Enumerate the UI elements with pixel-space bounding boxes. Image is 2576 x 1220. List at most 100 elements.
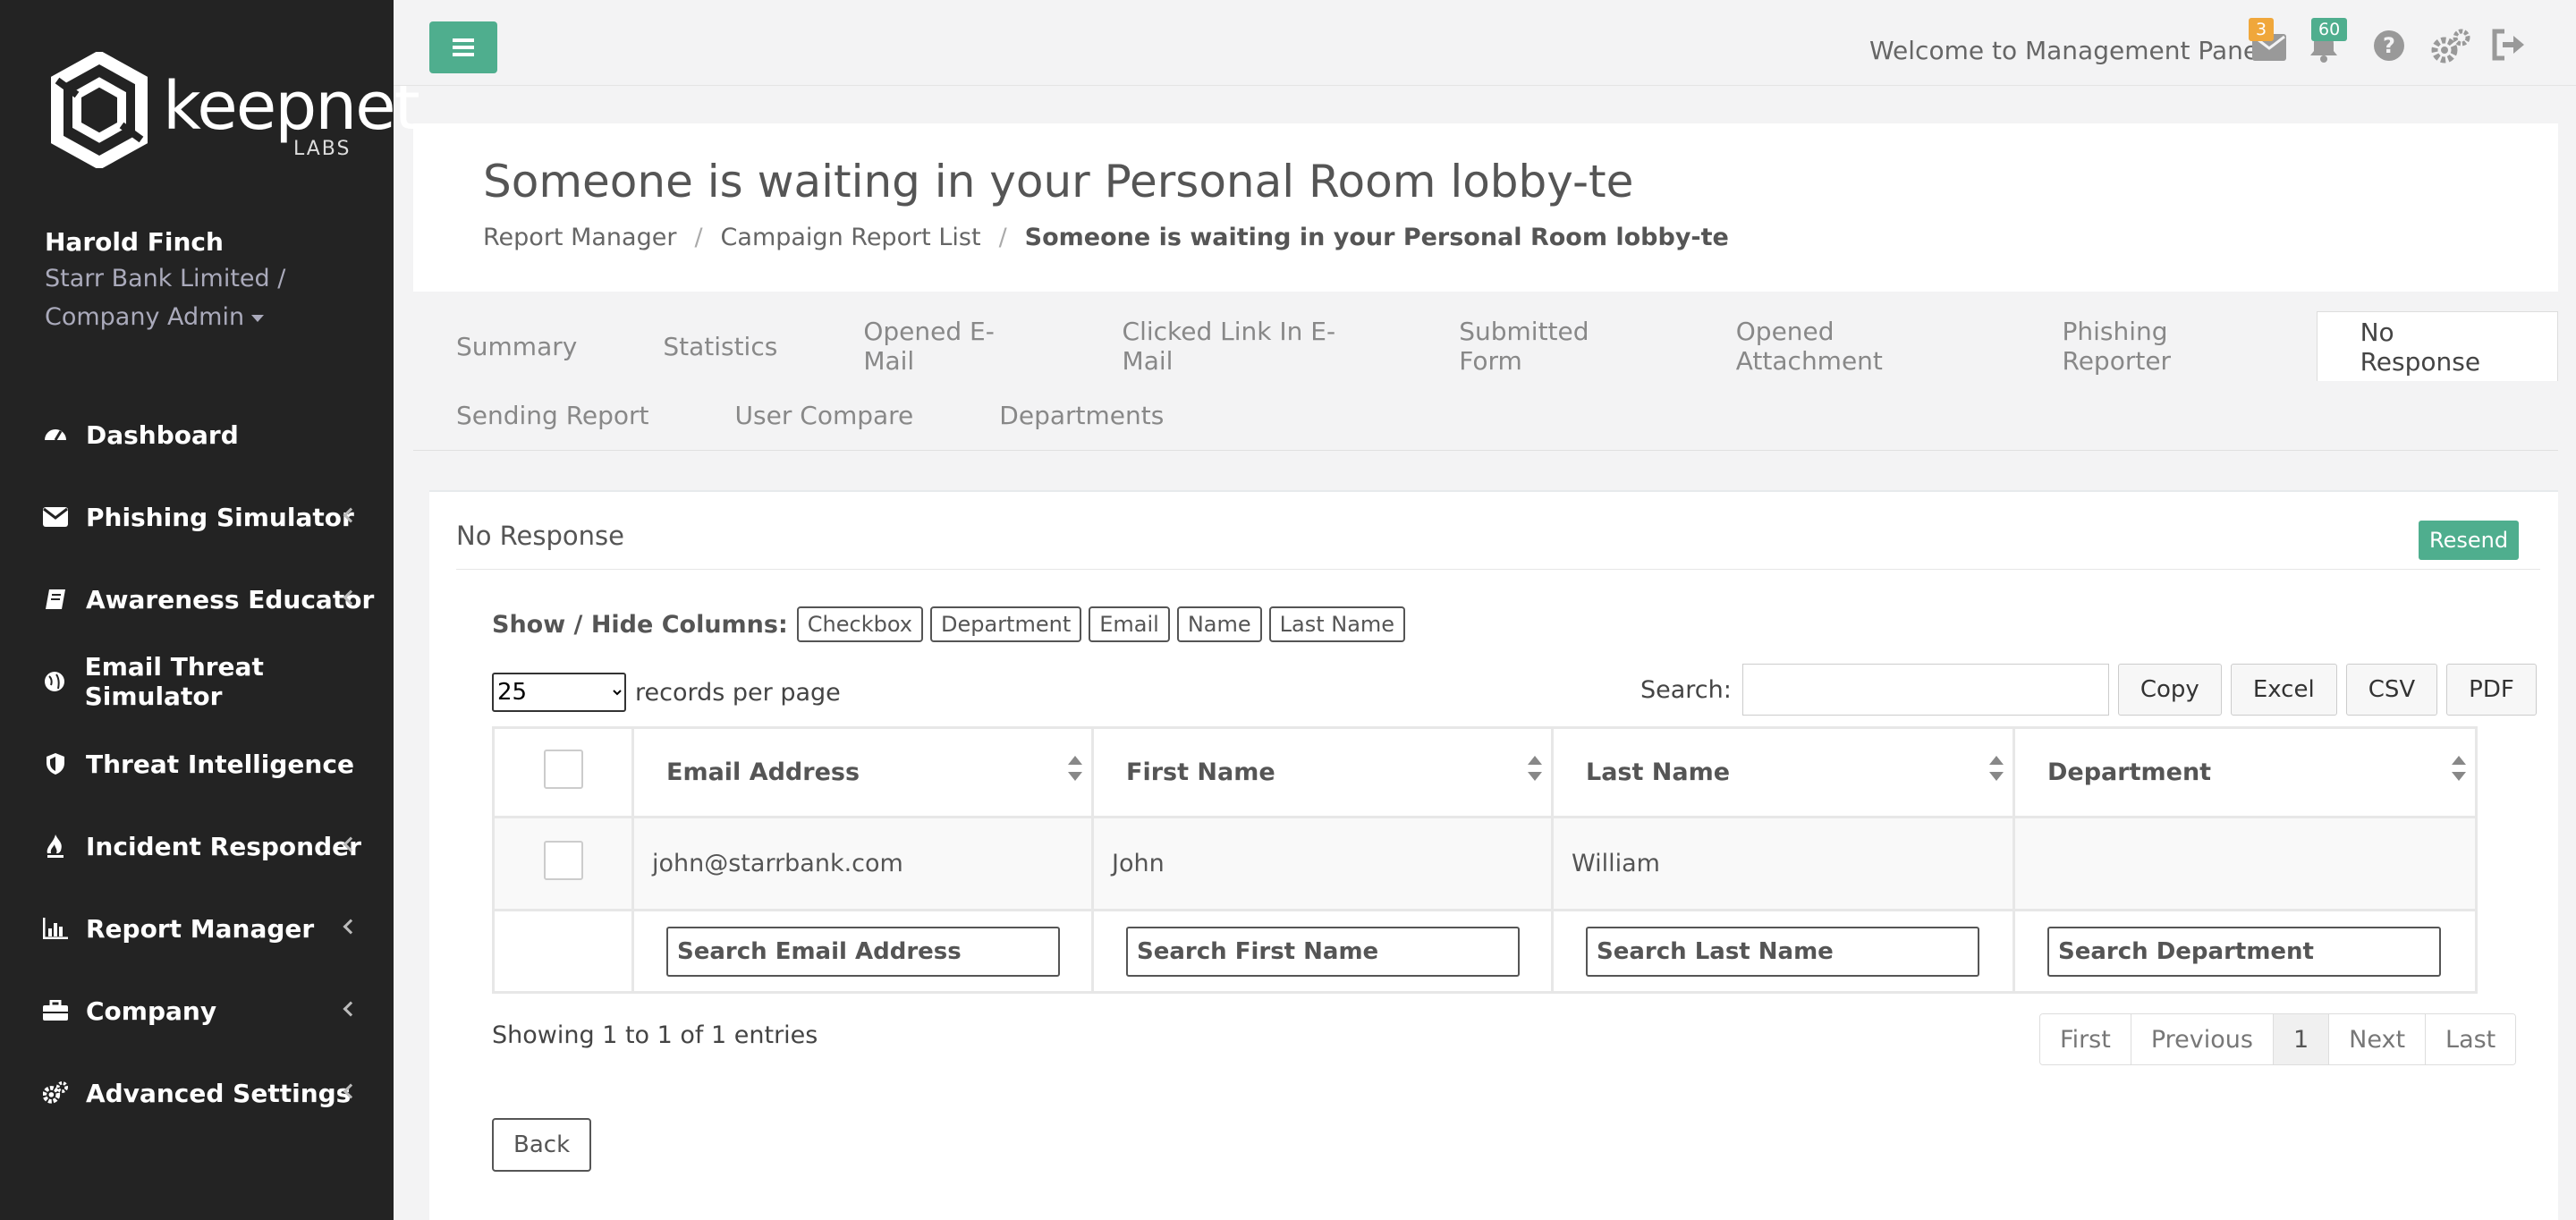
page-first-button[interactable]: First	[2040, 1014, 2131, 1064]
header-email-address[interactable]: Email Address	[631, 726, 1094, 818]
header-first-name[interactable]: First Name	[1091, 726, 1554, 818]
sidebar-item-label: Email Threat Simulator	[84, 652, 264, 711]
filter-first-name-input[interactable]	[1126, 926, 1520, 977]
hamburger-line	[453, 53, 474, 56]
header-label: Last Name	[1586, 758, 1731, 786]
bar-chart-icon	[43, 916, 68, 941]
tab-submitted-form[interactable]: Submitted Form	[1416, 311, 1693, 381]
question-circle-icon: ?	[2374, 30, 2404, 61]
pdf-button[interactable]: PDF	[2446, 664, 2537, 716]
sidebar-item-dashboard[interactable]: Dashboard	[0, 394, 394, 476]
filter-first-name-cell	[1091, 909, 1554, 994]
sidebar-item-advanced-settings[interactable]: Advanced Settings	[0, 1052, 394, 1134]
breadcrumb-report-manager[interactable]: Report Manager	[483, 224, 676, 251]
messages-button[interactable]: 3	[2249, 18, 2288, 64]
header-department[interactable]: Department	[2012, 726, 2478, 818]
tab-no-response[interactable]: No Response	[2316, 311, 2559, 381]
per-page-label: records per page	[635, 678, 841, 707]
sidebar-item-label: Advanced Settings	[86, 1078, 352, 1108]
tab-opened-attachment[interactable]: Opened Attachment	[1693, 311, 2020, 381]
sidebar-item-label: Phishing Simulator	[86, 502, 354, 532]
tab-opened-email[interactable]: Opened E-Mail	[820, 311, 1079, 381]
sidebar-item-company[interactable]: Company	[0, 970, 394, 1052]
filter-last-name-cell	[1551, 909, 2015, 994]
sort-icon	[1068, 756, 1082, 781]
toggle-checkbox-column[interactable]: Checkbox	[796, 606, 923, 642]
sidebar-item-incident-responder[interactable]: Incident Responder	[0, 805, 394, 887]
toggle-email-column[interactable]: Email	[1089, 606, 1170, 642]
logo-text: keepnet	[163, 68, 420, 145]
cell-email: john@starrbank.com	[631, 816, 1094, 911]
fire-icon	[43, 834, 68, 859]
resend-button[interactable]: Resend	[2419, 521, 2520, 560]
sidebar-item-report-manager[interactable]: Report Manager	[0, 887, 394, 970]
records-per-page: 25 records per page	[492, 673, 841, 712]
filter-last-name-input[interactable]	[1586, 926, 1979, 977]
table-row: john@starrbank.com John William	[492, 816, 2478, 911]
header-label: First Name	[1126, 758, 1275, 786]
book-icon	[43, 587, 68, 612]
tab-statistics[interactable]: Statistics	[620, 311, 820, 381]
user-name: Harold Finch	[45, 227, 224, 257]
excel-button[interactable]: Excel	[2230, 664, 2337, 716]
toggle-last-name-column[interactable]: Last Name	[1268, 606, 1406, 642]
tab-user-compare[interactable]: User Compare	[692, 381, 957, 450]
tab-row-2: Sending Report User Compare Departments	[413, 381, 2558, 451]
keepnet-logo[interactable]: keepnet LABS	[41, 52, 420, 168]
breadcrumb-separator: /	[998, 224, 1007, 251]
sort-icon	[2452, 756, 2466, 781]
sidebar-item-email-threat-simulator[interactable]: Email Threat Simulator	[0, 640, 394, 723]
settings-button[interactable]	[2431, 29, 2470, 64]
cell-first-name: John	[1091, 816, 1554, 911]
column-toggles: Show / Hide Columns: Checkbox Department…	[492, 606, 1406, 642]
topbar: Welcome to Management Panel 3 60 ?	[394, 0, 2576, 86]
sidebar-item-awareness-educator[interactable]: Awareness Educator	[0, 558, 394, 640]
page-1-button[interactable]: 1	[2273, 1014, 2330, 1064]
report-tabs: Summary Statistics Opened E-Mail Clicked…	[413, 311, 2559, 451]
page-previous-button[interactable]: Previous	[2131, 1014, 2274, 1064]
logout-button[interactable]	[2490, 29, 2526, 64]
logo-mark-icon	[51, 52, 148, 168]
filter-email-input[interactable]	[666, 926, 1060, 977]
tab-sending-report[interactable]: Sending Report	[413, 381, 692, 450]
help-button[interactable]: ?	[2372, 29, 2408, 64]
page-last-button[interactable]: Last	[2426, 1014, 2516, 1064]
cell-department	[2012, 816, 2478, 911]
search-label: Search:	[1640, 675, 1732, 704]
csv-button[interactable]: CSV	[2345, 664, 2438, 716]
copy-button[interactable]: Copy	[2117, 664, 2222, 716]
breadcrumb-campaign-report-list[interactable]: Campaign Report List	[721, 224, 981, 251]
per-page-select[interactable]: 25	[492, 673, 626, 712]
table-search: Search: Copy Excel CSV PDF	[1640, 664, 2537, 716]
sidebar-item-label: Threat Intelligence	[86, 749, 354, 779]
tab-summary[interactable]: Summary	[413, 311, 620, 381]
tab-clicked-link[interactable]: Clicked Link In E-Mail	[1080, 311, 1417, 381]
logo-sub: LABS	[293, 138, 352, 160]
notifications-button[interactable]: 60	[2308, 18, 2348, 64]
sidebar-item-threat-intelligence[interactable]: Threat Intelligence	[0, 723, 394, 805]
toggle-name-column[interactable]: Name	[1176, 606, 1262, 642]
select-all-checkbox[interactable]	[543, 750, 583, 789]
sidebar-item-label: Awareness Educator	[86, 584, 375, 614]
search-input[interactable]	[1741, 664, 2109, 716]
menu-toggle-button[interactable]	[429, 21, 497, 73]
tab-phishing-reporter[interactable]: Phishing Reporter	[2020, 311, 2317, 381]
briefcase-icon	[43, 998, 68, 1023]
page-title: Someone is waiting in your Personal Room…	[483, 156, 1634, 208]
page-next-button[interactable]: Next	[2329, 1014, 2427, 1064]
back-button[interactable]: Back	[492, 1118, 592, 1172]
tab-row-1: Summary Statistics Opened E-Mail Clicked…	[413, 311, 2559, 381]
filter-department-input[interactable]	[2047, 926, 2441, 977]
breadcrumb-separator: /	[694, 224, 703, 251]
tab-departments[interactable]: Departments	[956, 381, 1207, 450]
messages-badge: 3	[2249, 18, 2275, 41]
panel-title: No Response	[456, 521, 624, 551]
user-role-dropdown[interactable]: Company Admin	[45, 301, 285, 334]
sidebar-item-phishing-simulator[interactable]: Phishing Simulator	[0, 476, 394, 558]
user-company: Starr Bank Limited /	[45, 265, 286, 292]
sort-icon	[1528, 756, 1542, 781]
row-checkbox[interactable]	[543, 841, 583, 880]
sidebar-item-label: Incident Responder	[86, 831, 361, 861]
header-last-name[interactable]: Last Name	[1551, 726, 2015, 818]
toggle-department-column[interactable]: Department	[930, 606, 1082, 642]
